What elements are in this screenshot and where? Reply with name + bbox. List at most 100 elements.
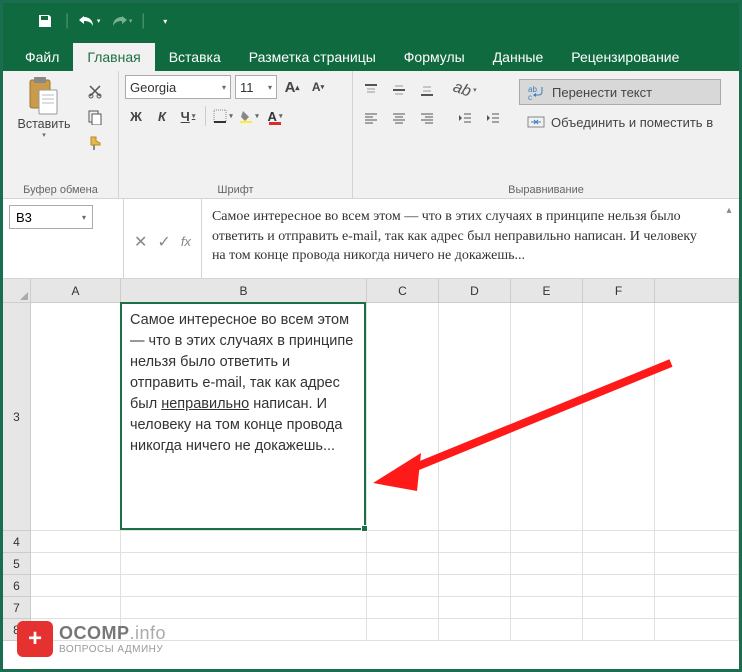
cell[interactable]	[121, 575, 367, 597]
column-header[interactable]: D	[439, 279, 511, 303]
select-all-corner[interactable]	[3, 279, 31, 303]
ribbon-tabs: Файл Главная Вставка Разметка страницы Ф…	[3, 39, 739, 71]
decrease-indent-button[interactable]	[453, 107, 477, 129]
cell[interactable]	[511, 619, 583, 641]
cell[interactable]	[121, 553, 367, 575]
cut-button[interactable]	[83, 81, 107, 101]
cell[interactable]	[367, 303, 439, 531]
font-size-combo[interactable]: 11▾	[235, 75, 277, 99]
increase-font-button[interactable]: A▴	[281, 76, 303, 98]
format-painter-button[interactable]	[83, 133, 107, 153]
formula-bar: B3 ▾ ✕ ✓ fx Самое интересное во всем это…	[3, 199, 739, 279]
cell[interactable]	[31, 303, 121, 531]
insert-function-button[interactable]: fx	[181, 234, 191, 249]
row-header[interactable]: 3	[3, 303, 31, 531]
redo-button[interactable]: ▾	[107, 8, 135, 34]
cell[interactable]	[439, 597, 511, 619]
tab-layout[interactable]: Разметка страницы	[235, 43, 390, 71]
undo-button[interactable]: ▾	[75, 8, 103, 34]
expand-formula-bar-button[interactable]: ▴	[719, 199, 739, 278]
tab-file[interactable]: Файл	[11, 43, 73, 71]
title-bar: | ▾ ▾ | ▾	[3, 3, 739, 39]
cell[interactable]	[511, 597, 583, 619]
column-header[interactable]: F	[583, 279, 655, 303]
align-middle-button[interactable]	[387, 79, 411, 101]
orientation-button[interactable]: ab▾	[453, 79, 477, 101]
tab-review[interactable]: Рецензирование	[557, 43, 693, 71]
selected-cell[interactable]: Самое интересное во всем этом — что в эт…	[120, 302, 366, 530]
align-left-button[interactable]	[359, 107, 383, 129]
tab-data[interactable]: Данные	[479, 43, 558, 71]
cell[interactable]	[511, 553, 583, 575]
bold-button[interactable]: Ж	[125, 105, 147, 127]
borders-button[interactable]	[212, 105, 234, 127]
column-header[interactable]: B	[121, 279, 367, 303]
copy-button[interactable]	[83, 107, 107, 127]
row-header[interactable]: 7	[3, 597, 31, 619]
paste-icon[interactable]	[24, 75, 64, 117]
decrease-font-button[interactable]: A▾	[307, 76, 329, 98]
tab-formulas[interactable]: Формулы	[390, 43, 479, 71]
column-header[interactable]: E	[511, 279, 583, 303]
watermark: + OCOMP.info ВОПРОСЫ АДМИНУ	[17, 621, 166, 657]
cell[interactable]	[31, 575, 121, 597]
cell[interactable]	[583, 597, 655, 619]
cell[interactable]	[121, 531, 367, 553]
column-header[interactable]: A	[31, 279, 121, 303]
cell[interactable]	[121, 597, 367, 619]
cell[interactable]	[31, 531, 121, 553]
tab-insert[interactable]: Вставка	[155, 43, 235, 71]
cell[interactable]	[583, 553, 655, 575]
cell[interactable]	[583, 619, 655, 641]
cell[interactable]	[31, 597, 121, 619]
align-bottom-button[interactable]	[415, 79, 439, 101]
wrap-text-button[interactable]: abc Перенести текст	[519, 79, 721, 105]
enter-formula-button[interactable]: ✓	[157, 232, 170, 252]
align-center-button[interactable]	[387, 107, 411, 129]
font-color-button[interactable]: A	[264, 105, 286, 127]
cell[interactable]	[583, 531, 655, 553]
cell[interactable]	[367, 531, 439, 553]
cell[interactable]	[583, 303, 655, 531]
paste-label[interactable]: Вставить	[18, 117, 71, 131]
ribbon: Вставить ▾ Буфер обмена	[3, 71, 739, 199]
cell[interactable]	[439, 303, 511, 531]
tab-home[interactable]: Главная	[73, 43, 154, 71]
column-header[interactable]: C	[367, 279, 439, 303]
svg-text:c: c	[528, 93, 532, 100]
customize-qat-button[interactable]: ▾	[151, 8, 179, 34]
underline-button[interactable]: Ч	[177, 105, 199, 127]
name-box[interactable]: B3 ▾	[9, 205, 93, 229]
cell[interactable]	[367, 597, 439, 619]
cell[interactable]	[367, 619, 439, 641]
cell[interactable]	[367, 553, 439, 575]
cell[interactable]	[439, 619, 511, 641]
wrap-icon: abc	[528, 84, 546, 100]
merge-center-button[interactable]: Объединить и поместить в	[519, 109, 721, 135]
align-right-button[interactable]	[415, 107, 439, 129]
cell[interactable]	[511, 531, 583, 553]
font-group-label: Шрифт	[125, 182, 346, 196]
cell[interactable]	[511, 303, 583, 531]
worksheet-grid[interactable]: 345678 ABCDEF Самое интересное во всем э…	[3, 279, 739, 641]
fill-handle[interactable]	[361, 525, 368, 532]
save-button[interactable]	[31, 8, 59, 34]
alignment-group-label: Выравнивание	[359, 182, 733, 196]
fill-color-button[interactable]	[238, 105, 260, 127]
cell[interactable]	[583, 575, 655, 597]
increase-indent-button[interactable]	[481, 107, 505, 129]
row-header[interactable]: 4	[3, 531, 31, 553]
italic-button[interactable]: К	[151, 105, 173, 127]
formula-text[interactable]: Самое интересное во всем этом — что в эт…	[202, 199, 719, 278]
row-header[interactable]: 6	[3, 575, 31, 597]
row-header[interactable]: 5	[3, 553, 31, 575]
font-name-combo[interactable]: Georgia▾	[125, 75, 231, 99]
cell[interactable]	[439, 531, 511, 553]
cell[interactable]	[439, 553, 511, 575]
cell[interactable]	[439, 575, 511, 597]
cell[interactable]	[31, 553, 121, 575]
cancel-formula-button[interactable]: ✕	[134, 232, 147, 252]
cell[interactable]	[511, 575, 583, 597]
align-top-button[interactable]	[359, 79, 383, 101]
cell[interactable]	[367, 575, 439, 597]
